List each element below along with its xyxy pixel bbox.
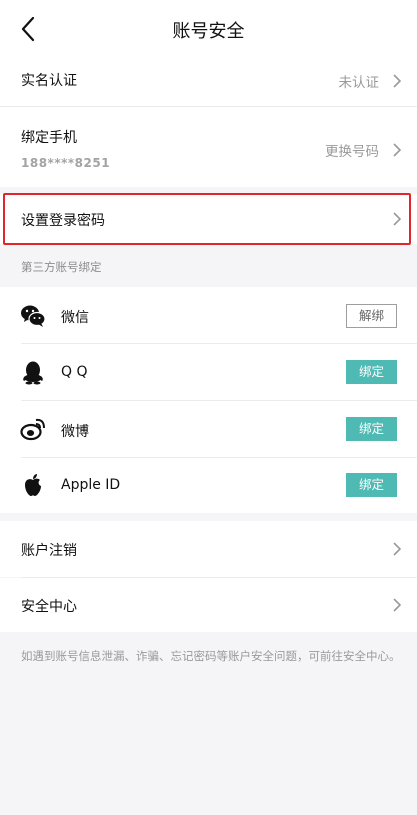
thirdparty-header: 第三方账号绑定 (21, 260, 102, 274)
wechat-icon (21, 305, 46, 327)
section-gap (0, 187, 417, 194)
realname-label: 实名认证 (21, 73, 77, 89)
chevron-right-icon (393, 143, 402, 157)
phone-number: 188****8251 (21, 156, 111, 170)
account-cancel-label: 账户注销 (21, 543, 77, 559)
thirdparty-item-weibo: 微博 绑定 (0, 401, 417, 457)
realname-row[interactable]: 实名认证 未认证 (0, 56, 417, 106)
change-number-link[interactable]: 更换号码 (325, 140, 379, 160)
thirdparty-name: Apple ID (61, 477, 121, 493)
bind-button[interactable]: 绑定 (346, 360, 397, 384)
security-center-label: 安全中心 (21, 599, 77, 615)
thirdparty-item-qq: Q Q 绑定 (0, 344, 417, 400)
apple-icon (25, 474, 41, 496)
chevron-right-icon (393, 598, 402, 612)
chevron-right-icon (393, 212, 402, 226)
account-cancel-row[interactable]: 账户注销 (0, 521, 417, 577)
security-center-row[interactable]: 安全中心 (0, 578, 417, 632)
bind-button[interactable]: 绑定 (346, 417, 397, 441)
realname-status: 未认证 (338, 75, 380, 91)
bind-button[interactable]: 绑定 (346, 473, 397, 497)
nav-bar: 账号安全 (0, 0, 417, 56)
thirdparty-item-wechat: 微信 解绑 (0, 287, 417, 343)
footer-note: 如遇到账号信息泄漏、诈骗、忘记密码等账户安全问题，可前往安全中心。 (21, 649, 401, 663)
chevron-right-icon (393, 74, 402, 88)
phone-label: 绑定手机 (21, 130, 77, 146)
unbind-button[interactable]: 解绑 (346, 304, 397, 328)
set-password-row[interactable]: 设置登录密码 (0, 194, 417, 244)
page-title: 账号安全 (172, 21, 245, 42)
weibo-icon (20, 418, 45, 441)
phone-row[interactable]: 绑定手机 188****8251 更换号码 (0, 107, 417, 187)
chevron-right-icon (393, 542, 402, 556)
thirdparty-name: 微信 (61, 310, 89, 326)
thirdparty-name: 微博 (61, 424, 89, 440)
qq-icon (23, 361, 43, 385)
thirdparty-name: Q Q (61, 364, 88, 380)
set-password-label: 设置登录密码 (21, 213, 105, 229)
thirdparty-item-apple: Apple ID 绑定 (0, 458, 417, 513)
